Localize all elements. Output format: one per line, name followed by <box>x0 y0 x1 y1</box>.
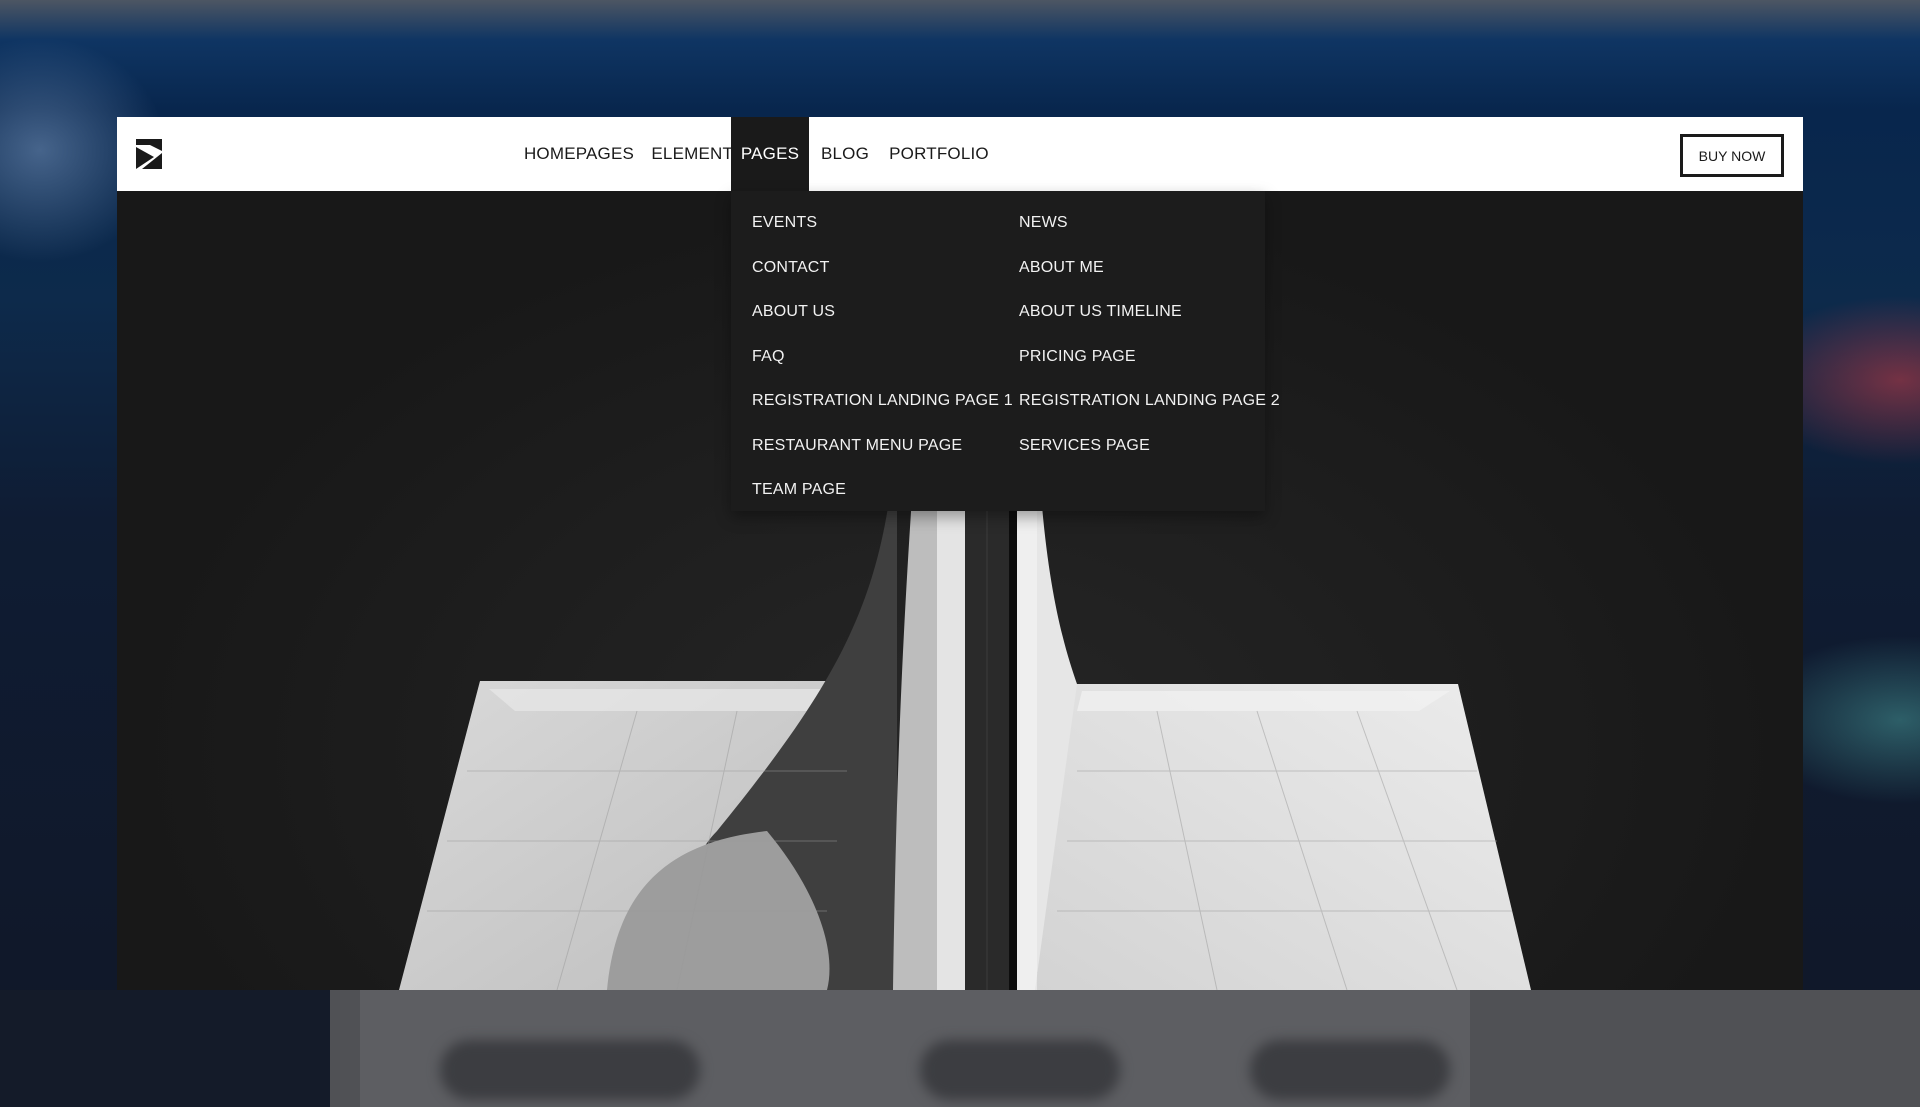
menu-item-about-me[interactable]: ABOUT ME <box>1019 246 1280 291</box>
menu-item-registration-landing-page-1[interactable]: REGISTRATION LANDING PAGE 1 <box>752 379 1013 424</box>
site-header: HOMEPAGES ELEMENTS PAGES BLOG PORTFOLIO … <box>117 117 1803 191</box>
nav-pages[interactable]: PAGES <box>731 117 809 191</box>
menu-item-team-page[interactable]: TEAM PAGE <box>752 468 1013 513</box>
pages-dropdown-menu: EVENTS CONTACT ABOUT US FAQ REGISTRATION… <box>731 191 1280 513</box>
menu-item-news[interactable]: NEWS <box>1019 201 1280 246</box>
dropdown-column-right: NEWS ABOUT ME ABOUT US TIMELINE PRICING … <box>1019 201 1280 468</box>
blurred-background-shape <box>440 1040 700 1100</box>
menu-item-about-us-timeline[interactable]: ABOUT US TIMELINE <box>1019 290 1280 335</box>
website-preview-window: HOMEPAGES ELEMENTS PAGES BLOG PORTFOLIO … <box>117 117 1803 990</box>
s-monogram-logo-icon[interactable] <box>132 137 166 171</box>
menu-item-pricing-page[interactable]: PRICING PAGE <box>1019 335 1280 380</box>
blurred-background-shape <box>920 1040 1120 1100</box>
menu-item-registration-landing-page-2[interactable]: REGISTRATION LANDING PAGE 2 <box>1019 379 1280 424</box>
blurred-background-bottom-left <box>0 990 330 1107</box>
menu-item-about-us[interactable]: ABOUT US <box>752 290 1013 335</box>
menu-item-restaurant-menu-page[interactable]: RESTAURANT MENU PAGE <box>752 424 1013 469</box>
menu-item-contact[interactable]: CONTACT <box>752 246 1013 291</box>
buy-now-button[interactable]: BUY NOW <box>1680 134 1784 177</box>
menu-item-services-page[interactable]: SERVICES PAGE <box>1019 424 1280 469</box>
menu-item-events[interactable]: EVENTS <box>752 201 1013 246</box>
nav-blog[interactable]: BLOG <box>809 117 881 191</box>
nav-homepages[interactable]: HOMEPAGES <box>502 117 656 191</box>
menu-item-faq[interactable]: FAQ <box>752 335 1013 380</box>
nav-portfolio[interactable]: PORTFOLIO <box>879 117 999 191</box>
blurred-background-shape <box>1250 1040 1450 1100</box>
dropdown-column-left: EVENTS CONTACT ABOUT US FAQ REGISTRATION… <box>752 201 1013 513</box>
